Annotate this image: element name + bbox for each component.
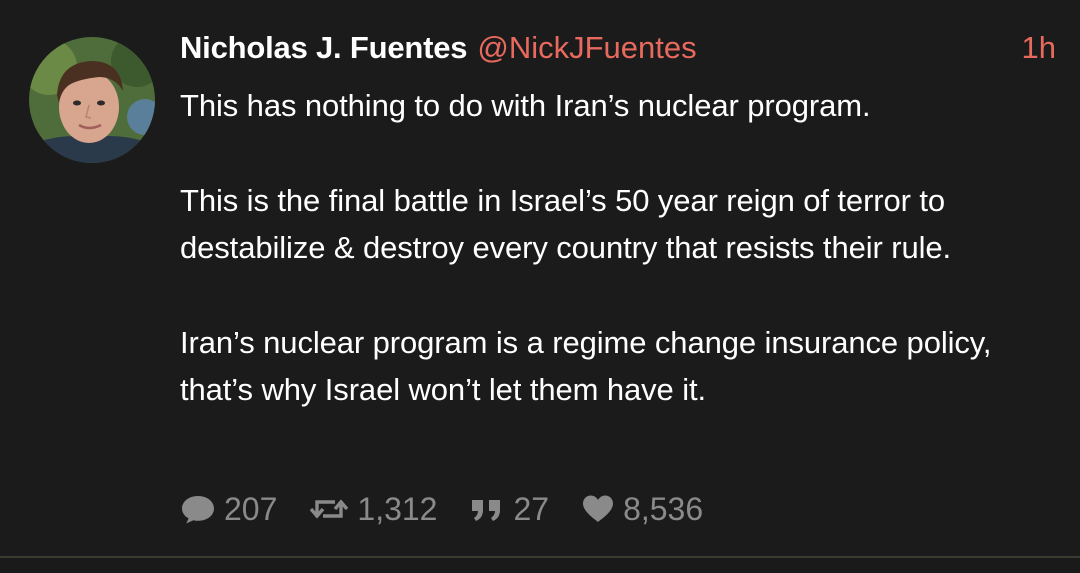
quote-button[interactable]: 27 xyxy=(469,491,549,528)
action-bar: 207 1,312 27 8,536 xyxy=(180,487,735,531)
quote-icon xyxy=(472,500,501,521)
avatar-image xyxy=(29,37,155,163)
repost-button[interactable]: 1,312 xyxy=(309,491,437,528)
post-timestamp[interactable]: 1h xyxy=(1022,30,1056,66)
heart-icon xyxy=(583,495,614,522)
repost-icon xyxy=(310,499,349,519)
author-name[interactable]: Nicholas J. Fuentes xyxy=(180,30,468,65)
post-paragraph: Iran’s nuclear program is a regime chang… xyxy=(180,325,992,407)
post-paragraph: This is the final battle in Israel’s 50 … xyxy=(180,183,952,265)
post-card: Nicholas J. Fuentes @NickJFuentes 1h This… xyxy=(0,0,1080,556)
avatar[interactable] xyxy=(29,37,155,163)
post-header: Nicholas J. Fuentes @NickJFuentes 1h xyxy=(180,30,1056,76)
like-count: 8,536 xyxy=(623,490,704,527)
post-content: Nicholas J. Fuentes @NickJFuentes 1h This… xyxy=(180,30,1056,413)
quote-count: 27 xyxy=(513,490,550,527)
reply-button[interactable]: 207 xyxy=(180,491,277,528)
reply-count: 207 xyxy=(224,490,278,527)
like-button[interactable]: 8,536 xyxy=(581,491,703,528)
next-post-edge xyxy=(0,558,1080,573)
author-handle[interactable]: @NickJFuentes xyxy=(477,30,696,65)
post-paragraph: This has nothing to do with Iran’s nucle… xyxy=(180,88,871,123)
post-body: This has nothing to do with Iran’s nucle… xyxy=(180,82,1056,413)
speech-bubble-icon xyxy=(182,496,214,524)
repost-count: 1,312 xyxy=(357,490,438,527)
